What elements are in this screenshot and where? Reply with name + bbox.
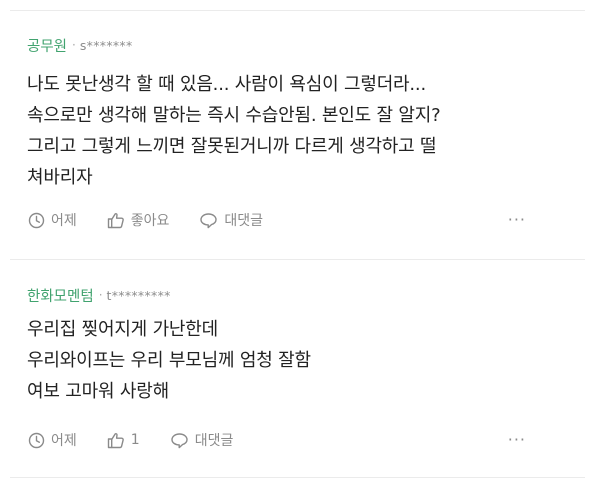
reply-label: 대댓글	[224, 213, 264, 229]
reply-button[interactable]: 대댓글	[199, 210, 263, 230]
time-label: 어제	[51, 213, 77, 229]
thumbs-up-icon	[107, 212, 124, 228]
comment-author-name[interactable]: 공무원	[27, 35, 67, 56]
comment-list: 공무원 · s******* 나도 못난생각 할 때 있음... 사람이 욕심이…	[0, 0, 595, 482]
reply-label: 대댓글	[194, 433, 234, 449]
comment-body: 우리집 찢어지게 가난한데 우리와이프는 우리 부모님께 엄청 잘함 여보 고마…	[27, 314, 582, 407]
comment-author-id: s*******	[79, 37, 133, 53]
clock-icon	[28, 212, 45, 228]
comment-actions: 어제 1 대댓글 ···	[28, 428, 588, 452]
meta-separator: ·	[98, 288, 103, 302]
like-button[interactable]: 좋아요	[107, 210, 170, 230]
like-button[interactable]: 1	[107, 432, 140, 449]
comment-text-line: 우리와이프는 우리 부모님께 엄청 잘함	[27, 350, 311, 371]
comment-meta: 공무원 · s*******	[27, 35, 133, 55]
divider	[10, 259, 585, 260]
like-label: 좋아요	[130, 213, 170, 229]
divider	[10, 10, 585, 11]
speech-bubble-icon	[170, 432, 188, 448]
time-label: 어제	[51, 433, 77, 449]
reply-button[interactable]: 대댓글	[170, 430, 234, 450]
meta-separator: ·	[72, 38, 76, 52]
like-count: 1	[130, 432, 140, 448]
comment-text-line: 나도 못난생각 할 때 있음... 사람이 욕심이 그렇더라...	[27, 74, 426, 95]
more-dots-icon[interactable]: ···	[508, 212, 526, 228]
clock-icon	[28, 432, 45, 448]
thumbs-up-icon	[107, 432, 124, 448]
comment-text-line: 속으로만 생각해 말하는 즉시 수습안됨. 본인도 잘 알지?	[27, 105, 441, 126]
comment-body: 나도 못난생각 할 때 있음... 사람이 욕심이 그렇더라... 속으로만 생…	[27, 69, 582, 193]
more-dots-icon[interactable]: ···	[508, 432, 526, 448]
comment-text-line: 쳐바리자	[27, 167, 93, 188]
divider	[10, 477, 585, 478]
comment-meta: 한화모멘텀 · t*********	[27, 285, 171, 305]
comment-actions: 어제 좋아요 대댓글 ···	[28, 208, 588, 232]
comment-time: 어제	[28, 430, 77, 450]
speech-bubble-icon	[200, 212, 218, 228]
comment-text-line: 그리고 그렇게 느끼면 잘못된거니까 다르게 생각하고 떨	[27, 136, 437, 157]
comment-text-line: 여보 고마워 사랑해	[27, 381, 169, 402]
comment-time: 어제	[28, 210, 77, 230]
comment-text-line: 우리집 찢어지게 가난한데	[27, 319, 219, 340]
comment-author-id: t*********	[106, 287, 171, 303]
comment-author-name[interactable]: 한화모멘텀	[27, 285, 94, 306]
